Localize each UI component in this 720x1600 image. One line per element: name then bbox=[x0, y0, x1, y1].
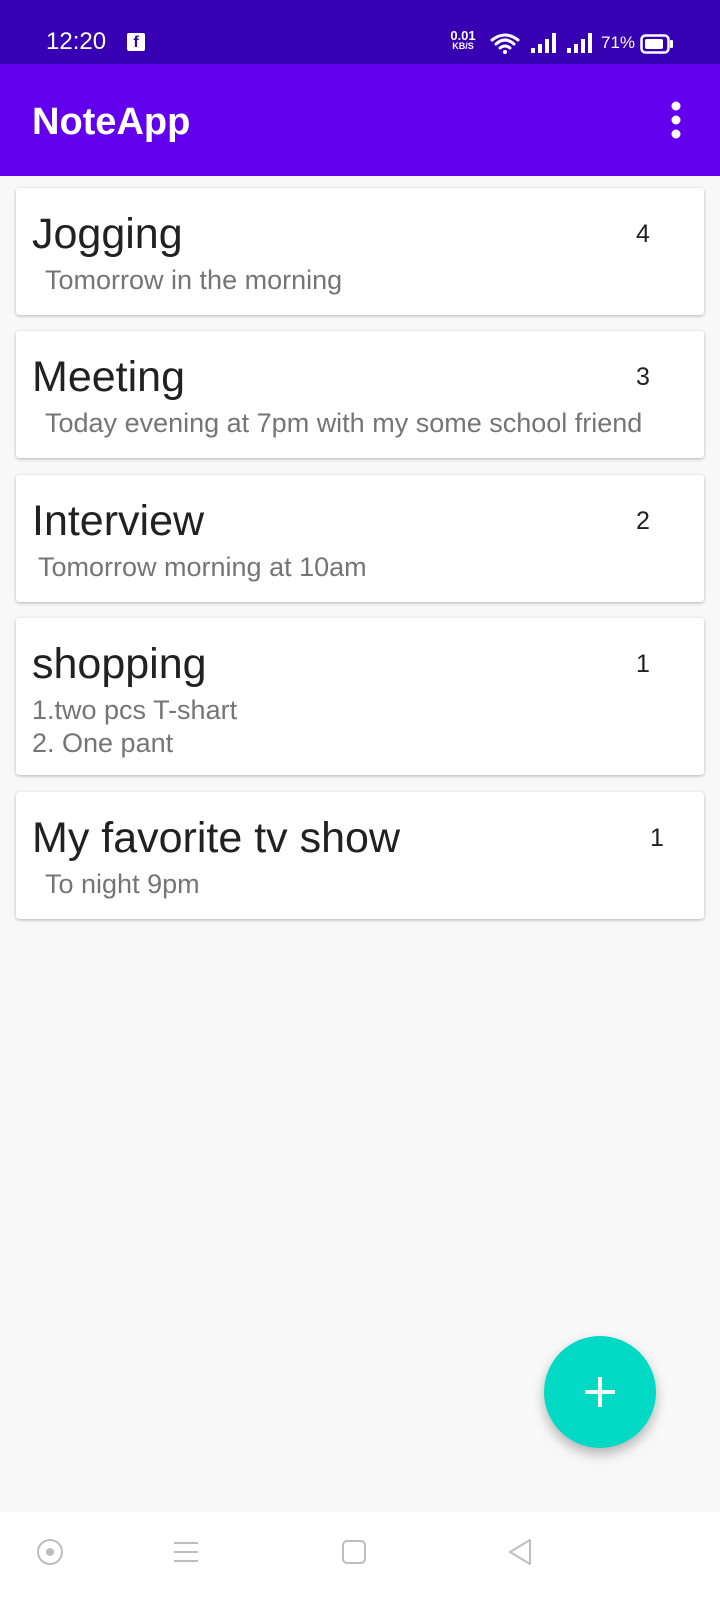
facebook-icon: f bbox=[127, 33, 145, 51]
menu-icon[interactable] bbox=[172, 1538, 200, 1566]
note-title: Meeting bbox=[32, 353, 185, 401]
app-bar: NoteApp bbox=[0, 64, 720, 176]
battery-percent: 71% bbox=[601, 33, 636, 52]
note-description: 1.two pcs T-shart 2. One pant bbox=[32, 695, 238, 758]
note-count: 1 bbox=[650, 824, 664, 852]
system-nav-bar bbox=[0, 1512, 720, 1600]
note-count: 3 bbox=[636, 363, 650, 391]
note-description: Tomorrow in the morning bbox=[38, 265, 343, 295]
signal-icon-sim2 bbox=[567, 33, 592, 53]
note-description: Today evening at 7pm with my some school… bbox=[38, 408, 643, 438]
note-title: My favorite tv show bbox=[32, 814, 400, 862]
note-title: Jogging bbox=[32, 210, 183, 258]
network-speed: 0.01 KB/S bbox=[446, 28, 480, 52]
note-count: 4 bbox=[636, 220, 650, 248]
assistant-icon[interactable] bbox=[36, 1538, 64, 1566]
note-count: 1 bbox=[636, 650, 650, 678]
wifi-icon bbox=[490, 33, 520, 54]
signal-icon bbox=[531, 33, 556, 53]
note-card-jogging[interactable]: Jogging Tomorrow in the morning 4 bbox=[16, 188, 704, 315]
note-title: Interview bbox=[32, 497, 205, 545]
note-count: 2 bbox=[636, 507, 650, 535]
add-note-button[interactable] bbox=[544, 1336, 656, 1448]
add-icon bbox=[585, 1377, 615, 1407]
status-time: 12:20 bbox=[46, 28, 107, 55]
note-card-interview[interactable]: Interview Tomorrow morning at 10am 2 bbox=[16, 475, 704, 602]
status-bar: 12:20 f 0.01 KB/S 71% bbox=[0, 0, 720, 64]
note-description: To night 9pm bbox=[38, 869, 200, 899]
more-vert-icon[interactable] bbox=[660, 100, 692, 140]
note-card-meeting[interactable]: Meeting Today evening at 7pm with my som… bbox=[16, 331, 704, 458]
note-description: Tomorrow morning at 10am bbox=[38, 552, 367, 582]
back-icon[interactable] bbox=[506, 1538, 534, 1566]
network-speed-value: 0.01 bbox=[450, 28, 476, 43]
battery-icon bbox=[640, 34, 673, 54]
note-card-shopping[interactable]: shopping 1.two pcs T-shart 2. One pant 1 bbox=[16, 618, 704, 775]
note-title: shopping bbox=[32, 640, 207, 688]
note-card-tv-show[interactable]: My favorite tv show To night 9pm 1 bbox=[16, 792, 704, 919]
app-title: NoteApp bbox=[32, 101, 191, 143]
home-icon[interactable] bbox=[340, 1538, 368, 1566]
